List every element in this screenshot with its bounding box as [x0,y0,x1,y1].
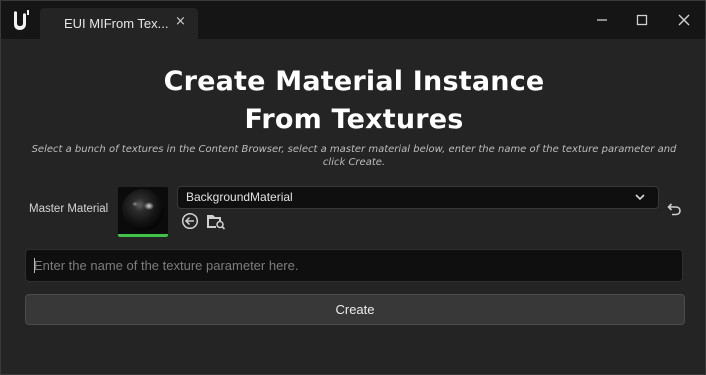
material-sphere-preview [122,189,164,231]
instructions-line2: click Create. [322,157,386,168]
document-tab[interactable]: EUI MIFrom Tex... × [40,8,198,39]
page-title: Create Material Instance From Textures [1,63,706,139]
instructions-text: Select a bunch of textures in the Conten… [29,143,679,169]
material-thumbnail[interactable] [118,187,168,237]
texture-parameter-input[interactable] [25,249,683,282]
asset-type-color-bar [118,234,168,237]
title-bar[interactable]: EUI MIFrom Tex... × [1,1,705,39]
reset-to-default-icon[interactable] [664,202,682,218]
master-material-label: Master Material [29,203,109,215]
use-selected-asset-icon[interactable] [181,212,199,230]
text-caret [34,258,35,273]
tab-title: EUI MIFrom Tex... [64,16,169,31]
tab-close-icon[interactable]: × [175,14,186,29]
browse-to-asset-icon[interactable] [206,212,226,230]
minimize-icon[interactable] [590,9,614,31]
master-material-dropdown[interactable]: BackgroundMaterial [177,186,659,209]
chevron-down-icon [635,194,645,201]
page-title-line1: Create Material Instance [163,66,545,97]
maximize-icon[interactable] [630,9,654,31]
page-title-line2: From Textures [244,104,464,135]
create-button[interactable]: Create [25,294,685,325]
widget-content: Create Material Instance From Textures S… [1,39,705,374]
master-material-selected-value: BackgroundMaterial [186,190,293,204]
unreal-logo-icon[interactable] [6,6,34,34]
editor-window: EUI MIFrom Tex... × Create Material Inst… [0,0,706,375]
instructions-line1: Select a bunch of textures in the Conten… [31,144,677,155]
close-icon[interactable] [672,9,696,31]
